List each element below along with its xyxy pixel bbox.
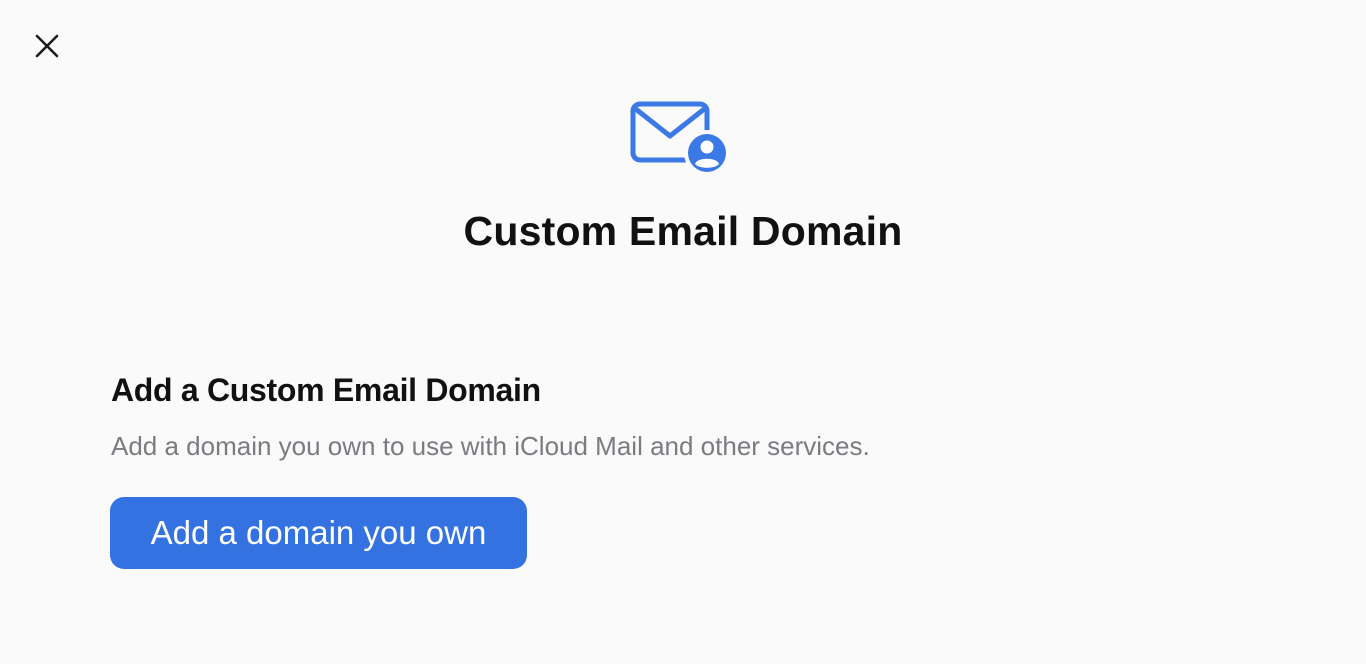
page-title: Custom Email Domain: [463, 208, 903, 254]
add-domain-button[interactable]: Add a domain you own: [110, 497, 527, 569]
close-icon: [35, 34, 59, 58]
envelope-person-icon: [629, 100, 729, 176]
section-description: Add a domain you own to use with iCloud …: [111, 431, 870, 461]
add-domain-button-label: Add a domain you own: [150, 514, 487, 551]
custom-email-domain-dialog: Custom Email Domain Add a Custom Email D…: [0, 0, 1366, 664]
section-heading: Add a Custom Email Domain: [111, 372, 541, 408]
close-button[interactable]: [28, 27, 66, 65]
